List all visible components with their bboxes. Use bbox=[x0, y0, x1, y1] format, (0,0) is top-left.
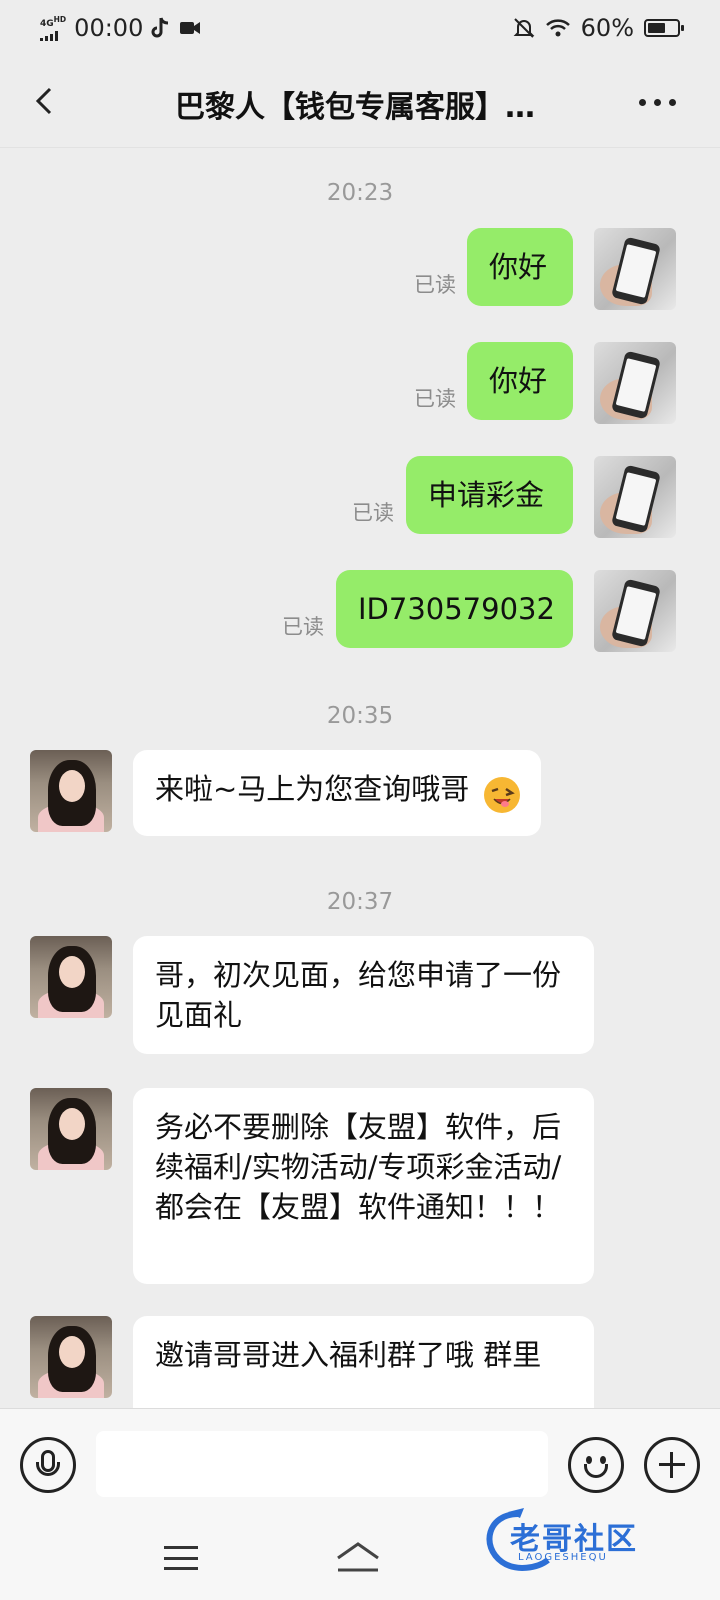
watermark-logo: 老哥社区 LAOGESHEQU bbox=[478, 1506, 708, 1576]
battery-icon bbox=[644, 19, 684, 37]
clock: 00:00 bbox=[74, 14, 144, 42]
input-bar bbox=[0, 1408, 720, 1520]
read-receipt: 已读 bbox=[414, 387, 456, 411]
status-right: 60% bbox=[513, 14, 684, 42]
network-hd: HD bbox=[53, 15, 67, 24]
chat-title: 巴黎人【钱包专属客服】… bbox=[175, 90, 535, 125]
timestamp: 20:35 bbox=[326, 703, 394, 729]
incoming-message-bubble[interactable]: 哥，初次见面，给您申请了一份见面礼 bbox=[133, 936, 594, 1054]
battery-fill bbox=[648, 23, 665, 33]
watermark-subtitle: LAOGESHEQU bbox=[518, 1552, 608, 1563]
incoming-message-bubble[interactable]: 邀请哥哥进入福利群了哦 群里 bbox=[133, 1316, 594, 1408]
incoming-message-bubble[interactable]: 来啦~马上为您查询哦哥 bbox=[133, 750, 541, 836]
home-icon[interactable] bbox=[334, 1540, 382, 1576]
read-receipt: 已读 bbox=[414, 273, 456, 297]
plus-icon[interactable] bbox=[644, 1437, 700, 1493]
my-avatar[interactable] bbox=[594, 570, 676, 652]
chat-area[interactable]: 20:23 已读 你好 已读 你好 已读 申请彩金 已读 ID730579032… bbox=[0, 148, 720, 1408]
contact-avatar[interactable] bbox=[30, 750, 112, 832]
chat-header: 巴黎人【钱包专属客服】… bbox=[0, 56, 720, 148]
outgoing-message-bubble[interactable]: ID730579032 bbox=[336, 570, 573, 648]
menu-icon[interactable] bbox=[164, 1546, 198, 1570]
emoji-icon[interactable] bbox=[568, 1437, 624, 1493]
timestamp: 20:23 bbox=[326, 180, 394, 206]
read-receipt: 已读 bbox=[352, 501, 394, 525]
incoming-message-bubble[interactable]: 务必不要删除【友盟】软件，后续福利/实物活动/专项彩金活动/都会在【友盟】软件通… bbox=[133, 1088, 594, 1284]
status-left: 4GHD 00:00 bbox=[40, 14, 201, 42]
contact-avatar[interactable] bbox=[30, 1316, 112, 1398]
network-type: 4G bbox=[40, 19, 54, 29]
signal-icon: 4GHD bbox=[40, 15, 66, 41]
battery-percent: 60% bbox=[580, 14, 634, 42]
mute-icon bbox=[513, 18, 535, 38]
wink-emoji-icon bbox=[484, 777, 520, 813]
my-avatar[interactable] bbox=[594, 456, 676, 538]
video-icon bbox=[180, 22, 201, 34]
message-input[interactable] bbox=[96, 1431, 548, 1497]
read-receipt: 已读 bbox=[282, 615, 324, 639]
tiktok-icon bbox=[151, 17, 169, 38]
my-avatar[interactable] bbox=[594, 228, 676, 310]
status-bar: 4GHD 00:00 60% bbox=[0, 0, 720, 56]
more-options-icon[interactable] bbox=[634, 92, 680, 112]
message-text: 来啦~马上为您查询哦哥 bbox=[155, 772, 470, 806]
voice-input-icon[interactable] bbox=[20, 1437, 76, 1493]
outgoing-message-bubble[interactable]: 申请彩金 bbox=[406, 456, 573, 534]
timestamp: 20:37 bbox=[326, 889, 394, 915]
contact-avatar[interactable] bbox=[30, 1088, 112, 1170]
wifi-icon bbox=[545, 19, 570, 37]
outgoing-message-bubble[interactable]: 你好 bbox=[467, 228, 573, 306]
back-arrow-icon[interactable] bbox=[30, 86, 60, 116]
my-avatar[interactable] bbox=[594, 342, 676, 424]
outgoing-message-bubble[interactable]: 你好 bbox=[467, 342, 573, 420]
contact-avatar[interactable] bbox=[30, 936, 112, 1018]
